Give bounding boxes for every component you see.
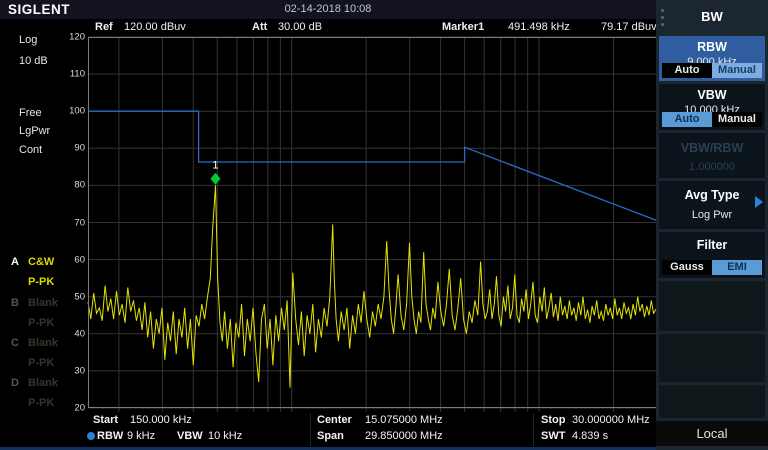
menu-title: BW bbox=[656, 0, 768, 34]
y-axis-tick-label: 70 bbox=[56, 217, 85, 228]
stop-value: 30.000000 MHz bbox=[572, 414, 650, 427]
avg-type-title: Avg Type bbox=[659, 188, 765, 202]
softkey-menu-panel: BW RBW 9.000 kHz Auto Manual VBW 10.000 … bbox=[656, 0, 768, 450]
scale-div-label: 10 dB bbox=[19, 55, 48, 67]
filter-emi-option[interactable]: EMI bbox=[712, 260, 762, 275]
rbw-softkey[interactable]: RBW 9.000 kHz Auto Manual bbox=[659, 36, 765, 81]
rbw-active-dot-icon bbox=[87, 432, 95, 440]
local-button[interactable]: Local bbox=[656, 421, 768, 446]
limit-line bbox=[88, 111, 657, 220]
vbw-manual-option[interactable]: Manual bbox=[712, 112, 762, 127]
center-label: Center bbox=[317, 414, 352, 427]
att-label: Att bbox=[252, 21, 267, 34]
avg-type-softkey[interactable]: Avg Type Log Pwr bbox=[659, 181, 765, 229]
rbw-value: 9 kHz bbox=[127, 430, 155, 443]
sweep-mode-label: Cont bbox=[19, 144, 42, 156]
y-axis-tick-label: 40 bbox=[56, 328, 85, 339]
rbw-label: RBW bbox=[97, 430, 123, 443]
marker-name: Marker1 bbox=[442, 21, 484, 34]
vbw-value: 10 kHz bbox=[208, 430, 242, 443]
ref-label: Ref bbox=[95, 21, 113, 34]
att-value: 30.00 dB bbox=[278, 21, 322, 34]
center-value: 15.075000 MHz bbox=[365, 414, 443, 427]
start-label: Start bbox=[93, 414, 118, 427]
empty-softkey-2 bbox=[659, 334, 765, 382]
vbw-rbw-value: 1.000000 bbox=[659, 161, 765, 173]
vbw-softkey[interactable]: VBW 10.000 kHz Auto Manual bbox=[659, 84, 765, 130]
trace-d-letter: D bbox=[11, 377, 19, 389]
trace-c-letter: C bbox=[11, 337, 19, 349]
top-bar: SIGLENT 02-14-2018 10:08 bbox=[0, 0, 656, 19]
trace-c-detector: P-PK bbox=[28, 357, 54, 369]
scale-type-label: Log bbox=[19, 34, 37, 46]
y-axis-tick-label: 20 bbox=[56, 403, 85, 414]
marker-frequency: 491.498 kHz bbox=[508, 21, 570, 34]
span-label: Span bbox=[317, 430, 344, 443]
trigger-label: Free bbox=[19, 107, 42, 119]
trace-d-mode: Blank bbox=[28, 377, 58, 389]
vbw-rbw-softkey: VBW/RBW 1.000000 bbox=[659, 133, 765, 178]
filter-gauss-option[interactable]: Gauss bbox=[662, 260, 712, 275]
swt-value: 4.839 s bbox=[572, 430, 608, 443]
spectrum-chart: 1 bbox=[88, 37, 657, 413]
empty-softkey-1 bbox=[659, 281, 765, 331]
vbw-softkey-title: VBW bbox=[659, 88, 765, 102]
y-axis-tick-label: 100 bbox=[56, 106, 85, 117]
y-axis-tick-label: 60 bbox=[56, 254, 85, 265]
stop-label: Stop bbox=[541, 414, 565, 427]
avg-type-value: Log Pwr bbox=[659, 209, 765, 221]
trace-b-letter: B bbox=[11, 297, 19, 309]
y-axis-tick-label: 90 bbox=[56, 143, 85, 154]
filter-softkey[interactable]: Filter Gauss EMI bbox=[659, 232, 765, 278]
vbw-rbw-title: VBW/RBW bbox=[659, 141, 765, 155]
rbw-auto-option[interactable]: Auto bbox=[662, 63, 712, 78]
trace-c-mode: Blank bbox=[28, 337, 58, 349]
trace-d-detector: P-PK bbox=[28, 397, 54, 409]
avg-mode-label: LgPwr bbox=[19, 125, 50, 137]
datetime-display: 02-14-2018 10:08 bbox=[0, 3, 656, 15]
trace-b-mode: Blank bbox=[28, 297, 58, 309]
marker-number-label: 1 bbox=[212, 160, 218, 172]
ref-value: 120.00 dBuv bbox=[124, 21, 186, 34]
trace-b-detector: P-PK bbox=[28, 317, 54, 329]
submenu-arrow-icon bbox=[755, 196, 763, 208]
marker-amplitude: 79.17 dBuv bbox=[601, 21, 657, 34]
trace-a-mode: C&W bbox=[28, 256, 54, 268]
y-axis-tick-label: 80 bbox=[56, 180, 85, 191]
y-axis-tick-label: 50 bbox=[56, 291, 85, 302]
y-axis-tick-label: 120 bbox=[56, 32, 85, 43]
rbw-softkey-title: RBW bbox=[659, 40, 765, 54]
y-axis-tick-label: 110 bbox=[56, 69, 85, 80]
spectrum-analyzer-screen: SIGLENT 02-14-2018 10:08 Ref 120.00 dBuv… bbox=[0, 0, 768, 450]
filter-title: Filter bbox=[659, 238, 765, 252]
footer-divider bbox=[533, 413, 534, 446]
marker-diamond-icon[interactable] bbox=[210, 173, 220, 185]
swt-label: SWT bbox=[541, 430, 565, 443]
trace-a-letter: A bbox=[11, 256, 19, 268]
graticule-grid bbox=[88, 37, 657, 412]
y-axis-tick-label: 30 bbox=[56, 365, 85, 376]
trace-a-detector: P-PK bbox=[28, 276, 54, 288]
empty-softkey-3 bbox=[659, 385, 765, 418]
plot-area: 1 bbox=[88, 37, 657, 413]
start-value: 150.000 kHz bbox=[130, 414, 192, 427]
vbw-label: VBW bbox=[177, 430, 203, 443]
trace-a-line bbox=[88, 185, 657, 387]
rbw-manual-option[interactable]: Manual bbox=[712, 63, 762, 78]
vbw-auto-option[interactable]: Auto bbox=[662, 112, 712, 127]
footer-divider bbox=[310, 413, 311, 446]
span-value: 29.850000 MHz bbox=[365, 430, 443, 443]
